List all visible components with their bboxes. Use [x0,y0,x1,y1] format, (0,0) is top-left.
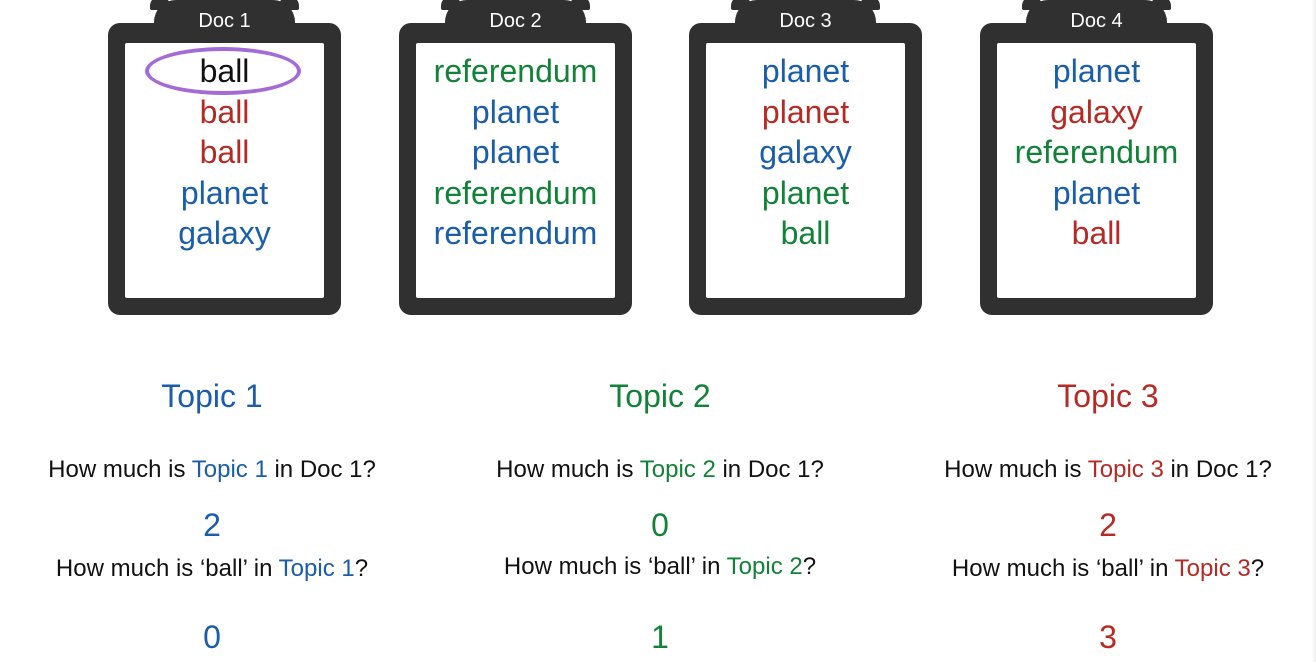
clipboard-doc-2: Doc 2 referendum planet planet referendu… [399,0,632,315]
word-5: galaxy [178,215,271,251]
question-text: ? [1250,555,1265,582]
word-list: planet galaxy referendum planet ball [997,51,1196,254]
question-topic-highlight: Topic 3 [1087,456,1164,483]
clipboard-doc-4: Doc 4 planet galaxy referendum planet ba… [980,0,1213,315]
question-topic-in-doc: How much is Topic 3 in Doc 1? [898,456,1316,484]
word-2: planet [761,93,850,130]
doc-label: Doc 3 [779,10,832,32]
clipboard-paper: planet galaxy referendum planet ball [997,43,1196,298]
question-topic-in-doc: How much is Topic 2 in Doc 1? [450,456,870,484]
word-2: galaxy [1050,93,1143,130]
topic-title: Topic 2 [609,378,711,414]
answer-topic-in-doc: 2 [1099,507,1117,543]
question-text: How much is ‘ball’ in [55,555,279,582]
answer-word-in-topic: 0 [203,619,221,655]
question-text: ? [802,553,817,580]
question-word-in-topic: How much is ‘ball’ in Topic 3? [898,555,1316,583]
topic-title: Topic 1 [161,378,263,414]
word-5: ball [1071,215,1122,251]
highlight-circle [145,47,301,95]
word-list: planet planet galaxy planet ball [706,51,905,254]
question-text: How much is [48,456,192,483]
question-topic-in-doc: How much is Topic 1 in Doc 1? [2,456,422,484]
answer-word-in-topic: 3 [1099,619,1117,655]
topic-title: Topic 3 [1057,378,1159,414]
topic-2-column: Topic 2 How much is Topic 2 in Doc 1? 0 … [450,370,870,655]
question-text: ? [354,555,369,582]
word-5: referendum [433,215,598,251]
topic-1-column: Topic 1 How much is Topic 1 in Doc 1? 2 … [2,370,422,655]
clipboard-paper: referendum planet planet referendum refe… [416,43,615,298]
word-3: referendum [1014,134,1179,170]
word-2: planet [471,93,560,130]
word-4: referendum [433,174,598,211]
doc-label: Doc 1 [198,10,251,32]
doc-label: Doc 2 [489,10,542,32]
word-3: ball [199,134,250,170]
word-1: referendum [433,53,598,89]
question-text: How much is ‘ball’ in [503,553,727,580]
question-topic-highlight: Topic 2 [639,456,716,483]
word-1: planet [1052,53,1141,89]
question-text: How much is ‘ball’ in [951,555,1175,582]
answer-word-in-topic: 1 [651,619,669,655]
word-4: planet [761,174,850,211]
word-2: ball [199,93,250,130]
word-5: ball [780,215,831,251]
doc-label: Doc 4 [1070,10,1123,32]
question-text: in Doc 1? [715,456,824,483]
question-text: How much is [944,456,1088,483]
question-text: in Doc 1? [267,456,376,483]
word-list: referendum planet planet referendum refe… [416,51,615,254]
answer-topic-in-doc: 2 [203,507,221,543]
word-3: galaxy [759,134,852,170]
word-4: planet [180,174,269,211]
word-4: planet [1052,174,1141,211]
clipboard-paper: planet planet galaxy planet ball [706,43,905,298]
answer-topic-in-doc: 0 [651,507,669,543]
clipboard-doc-1: Doc 1 ball ball ball planet galaxy [108,0,341,315]
clipboard-doc-3: Doc 3 planet planet galaxy planet ball [689,0,922,315]
word-1: planet [761,53,850,89]
question-word-in-topic: How much is ‘ball’ in Topic 1? [2,555,422,583]
question-topic-highlight: Topic 3 [1174,555,1251,582]
topic-3-column: Topic 3 How much is Topic 3 in Doc 1? 2 … [898,370,1316,655]
question-topic-highlight: Topic 2 [726,553,803,580]
word-3: planet [471,134,560,170]
question-word-in-topic: How much is ‘ball’ in Topic 2? [450,553,870,581]
question-text: How much is [496,456,640,483]
question-topic-highlight: Topic 1 [278,555,355,582]
question-text: in Doc 1? [1163,456,1272,483]
question-topic-highlight: Topic 1 [191,456,268,483]
